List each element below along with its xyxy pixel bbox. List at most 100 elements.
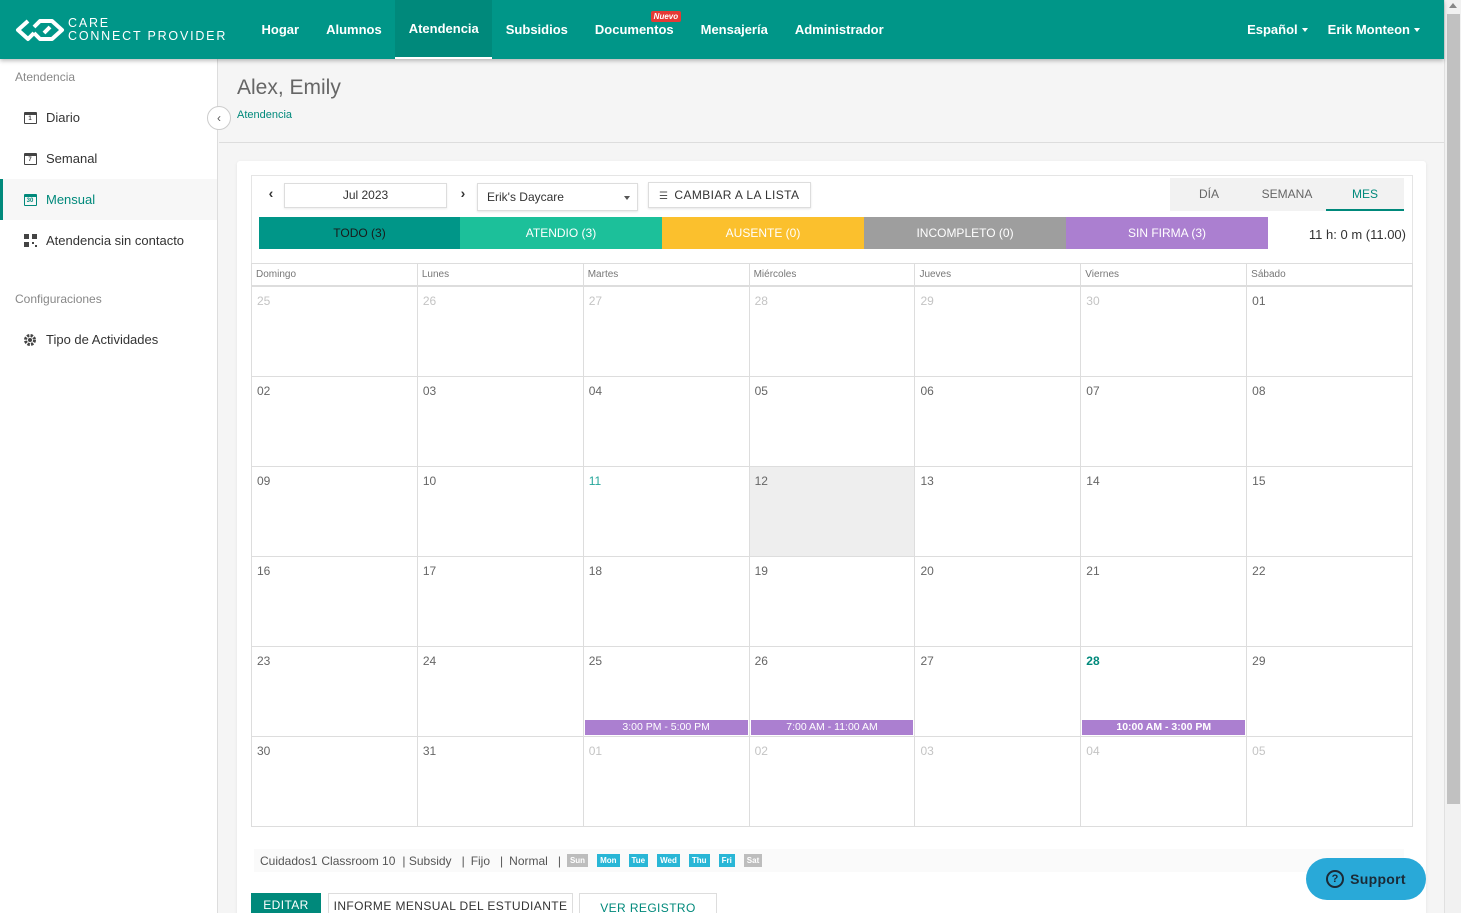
filter-2[interactable]: AUSENTE (0)	[662, 217, 864, 249]
day-number: 18	[588, 564, 603, 578]
next-month-button[interactable]: ›	[456, 185, 470, 201]
filter-4[interactable]: SIN FIRMA (3)	[1066, 217, 1268, 249]
page-scrollbar[interactable]	[1444, 0, 1461, 913]
day-cell[interactable]: 29	[915, 287, 1082, 376]
day-cell[interactable]: 20	[915, 557, 1082, 646]
day-cell[interactable]: 03	[418, 377, 584, 466]
filter-3[interactable]: INCOMPLETO (0)	[864, 217, 1066, 249]
day-cell[interactable]: 30	[252, 737, 418, 826]
day-cell[interactable]: 25 3:00 PM - 5:00 PM	[584, 647, 750, 736]
nav-item-5[interactable]: Mensajería	[687, 0, 781, 59]
sidebar-item-settings-0[interactable]: Tipo de Actividades	[0, 319, 217, 360]
nav-item-1[interactable]: Alumnos	[313, 0, 396, 59]
nav-item-3[interactable]: Subsidios	[492, 0, 581, 59]
day-cell[interactable]: 13	[915, 467, 1082, 556]
day-cell[interactable]: 03	[915, 737, 1082, 826]
day-number: 02	[257, 384, 271, 398]
day-cell[interactable]: 22	[1247, 557, 1412, 646]
attendance-event[interactable]: 7:00 AM - 11:00 AM	[750, 720, 914, 735]
day-cell[interactable]: 07	[1081, 377, 1248, 466]
view-tab-0[interactable]: DÍA	[1170, 178, 1248, 211]
day-cell[interactable]: 16	[252, 557, 418, 646]
sidebar-collapse-button[interactable]: ‹	[207, 106, 231, 130]
day-cell[interactable]: 04	[1081, 737, 1248, 826]
attendance-event[interactable]: 3:00 PM - 5:00 PM	[584, 720, 748, 735]
sidebar-item-0[interactable]: 1 Diario	[0, 97, 217, 138]
new-badge: Nuevo	[650, 11, 682, 22]
day-cell[interactable]: 10	[418, 467, 584, 556]
month-grid: Domingo Lunes Martes Miércoles Jueves Viernes…	[251, 263, 1413, 827]
attendance-event[interactable]: 10:00 AM - 3:00 PM	[1082, 720, 1246, 735]
day-cell[interactable]: 08	[1247, 377, 1412, 466]
day-cell[interactable]: 11	[584, 467, 750, 556]
day-chip-4: Thu	[688, 854, 710, 867]
day-cell[interactable]: 19	[750, 557, 916, 646]
day-cell[interactable]: 26 7:00 AM - 11:00 AM	[750, 647, 916, 736]
day-cell[interactable]: 02	[750, 737, 916, 826]
day-number: 15	[1252, 474, 1266, 488]
sidebar-item-2[interactable]: 30 Mensual	[0, 179, 217, 220]
scroll-thumb[interactable]	[1447, 14, 1460, 804]
view-log-button[interactable]: VER REGISTRO	[579, 893, 717, 913]
day-cell[interactable]: 30	[1081, 287, 1248, 376]
day-number: 13	[920, 474, 934, 488]
edit-button[interactable]: EDITAR	[251, 893, 321, 913]
day-cell[interactable]: 27	[915, 647, 1082, 736]
monthly-report-button[interactable]: INFORME MENSUAL DEL ESTUDIANTE	[328, 893, 573, 913]
nav-item-0[interactable]: Hogar	[248, 0, 313, 59]
day-cell[interactable]: 06	[915, 377, 1082, 466]
scroll-up-icon[interactable]	[1449, 3, 1457, 8]
view-tab-2[interactable]: MES	[1326, 178, 1404, 211]
week-row: 25 26 27 28 29 30 01	[252, 287, 1412, 377]
day-cell[interactable]: 31	[418, 737, 584, 826]
month-picker[interactable]: Jul 2023	[284, 183, 447, 208]
day-cell[interactable]: 26	[418, 287, 584, 376]
total-hours: 11 h: 0 m (11.00)	[1308, 227, 1406, 242]
view-tab-1[interactable]: SEMANA	[1248, 178, 1326, 211]
daycare-select[interactable]: Erik's Daycare	[477, 183, 638, 211]
brand-logo[interactable]: CARE CONNECT PROVIDER	[14, 15, 244, 43]
day-cell[interactable]: 04	[584, 377, 750, 466]
day-number: 26	[754, 654, 768, 668]
day-cell[interactable]: 27	[584, 287, 750, 376]
sidebar-section-settings: Configuraciones	[15, 292, 102, 306]
nav-item-2[interactable]: Atendencia	[395, 0, 493, 59]
day-cell[interactable]: 28 10:00 AM - 3:00 PM	[1081, 647, 1248, 736]
user-menu[interactable]: Erik Monteon	[1318, 0, 1430, 59]
day-cell[interactable]: 18	[584, 557, 750, 646]
day-cell[interactable]: 12	[749, 467, 916, 556]
switch-to-list-button[interactable]: ☰ CAMBIAR A LA LISTA	[648, 182, 811, 208]
prev-month-button[interactable]: ‹	[264, 185, 278, 201]
support-button[interactable]: ? Support	[1306, 858, 1426, 900]
nav-item-6[interactable]: Administrador	[781, 0, 897, 59]
filter-0[interactable]: TODO (3)	[259, 217, 460, 249]
day-cell[interactable]: 01	[584, 737, 750, 826]
day-cell[interactable]: 09	[252, 467, 418, 556]
day-cell[interactable]: 25	[252, 287, 418, 376]
day-cell[interactable]: 05	[750, 377, 916, 466]
day-cell[interactable]: 01	[1247, 287, 1412, 376]
sidebar-item-1[interactable]: 7 Semanal	[0, 138, 217, 179]
day-cell[interactable]: 24	[418, 647, 584, 736]
language-dropdown[interactable]: Español	[1237, 0, 1318, 59]
day-cell[interactable]: 29	[1247, 647, 1412, 736]
day-cell[interactable]: 15	[1247, 467, 1412, 556]
day-cell[interactable]: 23	[252, 647, 418, 736]
day-number: 01	[1252, 294, 1266, 308]
day-cell[interactable]: 05	[1247, 737, 1412, 826]
day-cell[interactable]: 02	[252, 377, 418, 466]
brand-line1: CARE	[68, 15, 110, 30]
nav-item-4[interactable]: Documentos Nuevo	[581, 0, 687, 59]
sidebar-item-3[interactable]: Atendencia sin contacto	[0, 220, 217, 261]
day-cell[interactable]: 14	[1081, 467, 1248, 556]
day-cell[interactable]: 28	[750, 287, 916, 376]
day-chip-0: Sun	[566, 854, 589, 867]
filter-1[interactable]: ATENDIO (3)	[460, 217, 662, 249]
day-cell[interactable]: 17	[418, 557, 584, 646]
day-number: 06	[920, 384, 934, 398]
breadcrumb[interactable]: Atendencia	[237, 109, 292, 121]
logo-mark-icon	[14, 17, 66, 43]
chevron-left-icon: ‹	[217, 111, 221, 125]
day-number: 08	[1252, 384, 1266, 398]
day-cell[interactable]: 21	[1081, 557, 1248, 646]
